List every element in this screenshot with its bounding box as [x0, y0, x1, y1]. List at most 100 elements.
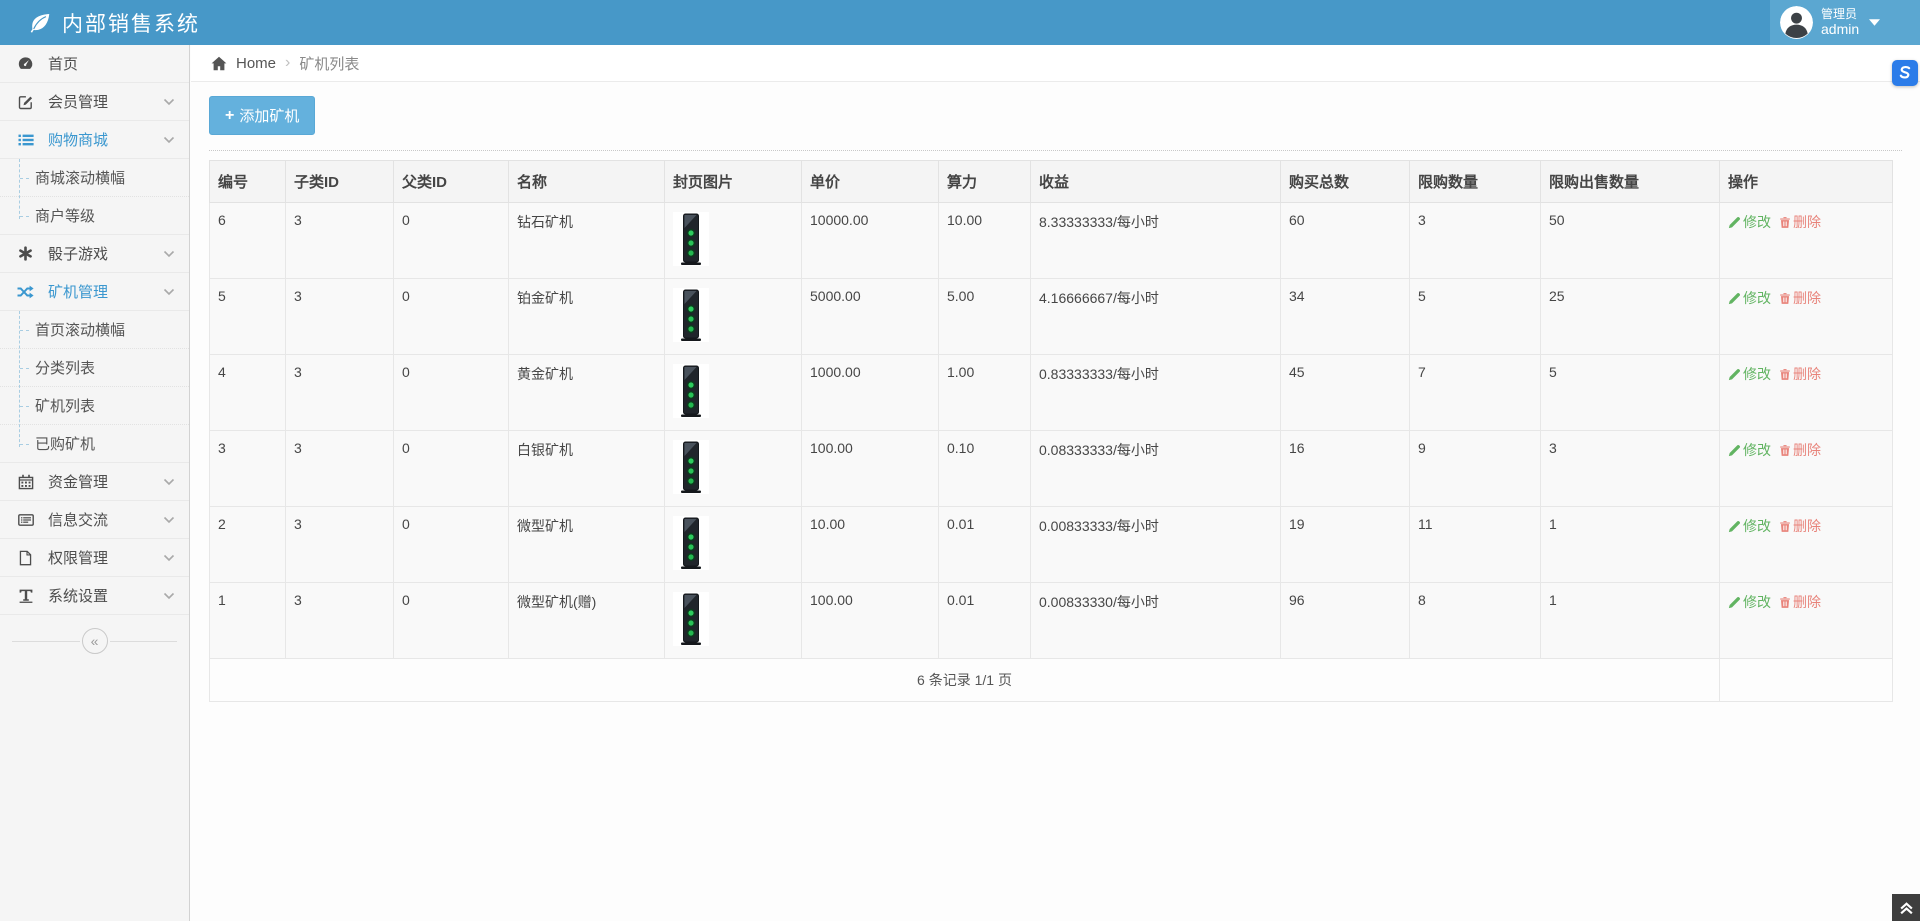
edit-link[interactable]: 修改 — [1728, 592, 1771, 612]
sidebar-item-label: 购物商城 — [48, 129, 163, 150]
sidebar-item-funds[interactable]: 资金管理 — [0, 463, 189, 501]
cell-bought: 96 — [1281, 583, 1410, 659]
delete-link[interactable]: 删除 — [1779, 440, 1821, 460]
cover-image-cell — [665, 431, 802, 507]
cell-id: 5 — [210, 279, 286, 355]
cell-price: 10.00 — [802, 507, 939, 583]
sidebar-submenu-mall: 商城滚动横幅商户等级 — [0, 159, 189, 235]
breadcrumb-home[interactable]: Home — [236, 55, 276, 72]
cell-price: 100.00 — [802, 583, 939, 659]
edit-link[interactable]: 修改 — [1728, 212, 1771, 232]
delete-label: 删除 — [1793, 212, 1821, 232]
collapse-sidebar-button[interactable]: « — [82, 628, 108, 654]
home-icon — [211, 56, 227, 71]
edit-label: 修改 — [1743, 440, 1771, 460]
column-header: 操作 — [1720, 161, 1893, 203]
delete-label: 删除 — [1793, 440, 1821, 460]
cell-name: 白银矿机 — [509, 431, 665, 507]
floating-widget-icon[interactable] — [1892, 60, 1918, 86]
chevron-down-icon — [163, 554, 175, 562]
cell-id: 4 — [210, 355, 286, 431]
sidebar-item-label: 信息交流 — [48, 509, 163, 530]
chevron-down-icon — [163, 288, 175, 296]
cell-parent_id: 0 — [394, 431, 509, 507]
actions-cell: 修改删除 — [1720, 507, 1893, 583]
cell-limit_sell: 1 — [1541, 507, 1720, 583]
sidebar-item-miner-admin[interactable]: 矿机管理 — [0, 273, 189, 311]
delete-link[interactable]: 删除 — [1779, 592, 1821, 612]
trash-icon — [1779, 368, 1791, 381]
text-icon — [16, 588, 35, 604]
miner-machine-image — [673, 288, 709, 342]
actions-cell: 修改 删除 — [1720, 431, 1893, 507]
sidebar-item-label: 骰子游戏 — [48, 243, 163, 264]
actions-cell: 修改删除 — [1720, 583, 1893, 659]
sidebar-item-dice-game[interactable]: 骰子游戏 — [0, 235, 189, 273]
delete-link[interactable]: 删除 — [1779, 288, 1821, 308]
column-header: 父类ID — [394, 161, 509, 203]
sidebar-subitem-category-list[interactable]: 分类列表 — [0, 349, 189, 387]
add-miner-button[interactable]: +添加矿机 — [209, 96, 315, 135]
delete-link[interactable]: 删除 — [1779, 364, 1821, 384]
chevron-down-icon — [163, 250, 175, 258]
trash-icon — [1779, 292, 1791, 305]
app-title: 内部销售系统 — [62, 8, 200, 38]
chevrons-up-icon — [1899, 901, 1914, 915]
edit-link[interactable]: 修改 — [1728, 288, 1771, 308]
collapse-icon: « — [91, 633, 99, 649]
miner-machine-image — [673, 592, 709, 646]
cell-power: 0.01 — [939, 507, 1031, 583]
table-footer-spacer — [1720, 659, 1893, 702]
add-miner-label: 添加矿机 — [239, 105, 299, 126]
cell-power: 10.00 — [939, 203, 1031, 279]
delete-link[interactable]: 删除 — [1779, 212, 1821, 232]
cell-income: 4.16666667/每小时 — [1031, 279, 1281, 355]
column-header: 子类ID — [286, 161, 394, 203]
edit-link[interactable]: 修改 — [1728, 516, 1771, 536]
sidebar-subitem-mall-banner[interactable]: 商城滚动横幅 — [0, 159, 189, 197]
sidebar-subitem-label: 分类列表 — [35, 357, 95, 378]
delete-link[interactable]: 删除 — [1779, 516, 1821, 536]
cell-sub_id: 3 — [286, 355, 394, 431]
cell-income: 0.00833333/每小时 — [1031, 507, 1281, 583]
cell-price: 100.00 — [802, 431, 939, 507]
table-header-row: 编号子类ID父类ID名称封页图片单价算力收益购买总数限购数量限购出售数量操作 — [210, 161, 1893, 203]
sidebar-item-label: 会员管理 — [48, 91, 163, 112]
edit-label: 修改 — [1743, 364, 1771, 384]
sidebar-item-messages[interactable]: 信息交流 — [0, 501, 189, 539]
cell-bought: 19 — [1281, 507, 1410, 583]
back-to-top-button[interactable] — [1892, 894, 1920, 921]
sidebar-item-home[interactable]: 首页 — [0, 45, 189, 83]
content-area: +添加矿机 编号子类ID父类ID名称封页图片单价算力收益购买总数限购数量限购出售… — [191, 82, 1920, 716]
cell-name: 铂金矿机 — [509, 279, 665, 355]
cell-income: 0.00833330/每小时 — [1031, 583, 1281, 659]
sidebar-item-members[interactable]: 会员管理 — [0, 83, 189, 121]
sidebar-item-permissions[interactable]: 权限管理 — [0, 539, 189, 577]
cell-limit_buy: 11 — [1410, 507, 1541, 583]
cell-power: 1.00 — [939, 355, 1031, 431]
sidebar-subitem-label: 首页滚动横幅 — [35, 319, 125, 340]
sidebar-subitem-home-banner[interactable]: 首页滚动横幅 — [0, 311, 189, 349]
cover-image-cell — [665, 355, 802, 431]
sidebar-subitem-merchant-level[interactable]: 商户等级 — [0, 197, 189, 235]
column-header: 限购出售数量 — [1541, 161, 1720, 203]
actions-cell: 修改 删除 — [1720, 203, 1893, 279]
sidebar-subitem-miner-list[interactable]: 矿机列表 — [0, 387, 189, 425]
cell-limit_buy: 5 — [1410, 279, 1541, 355]
actions-cell: 修改删除 — [1720, 355, 1893, 431]
edit-link[interactable]: 修改 — [1728, 440, 1771, 460]
cell-name: 黄金矿机 — [509, 355, 665, 431]
cell-id: 2 — [210, 507, 286, 583]
cell-limit_sell: 1 — [1541, 583, 1720, 659]
edit-link[interactable]: 修改 — [1728, 364, 1771, 384]
cell-bought: 45 — [1281, 355, 1410, 431]
miner-machine-image — [673, 364, 709, 418]
user-menu[interactable]: 管理员 admin — [1770, 0, 1920, 45]
sidebar-item-settings[interactable]: 系统设置 — [0, 577, 189, 615]
sidebar-subitem-purchased-miners[interactable]: 已购矿机 — [0, 425, 189, 463]
table-row: 530铂金矿机5000.005.004.16666667/每小时34525修改删… — [210, 279, 1893, 355]
sidebar-item-mall[interactable]: 购物商城 — [0, 121, 189, 159]
list-icon — [16, 132, 35, 148]
cell-bought: 34 — [1281, 279, 1410, 355]
sidebar-item-label: 矿机管理 — [48, 281, 163, 302]
